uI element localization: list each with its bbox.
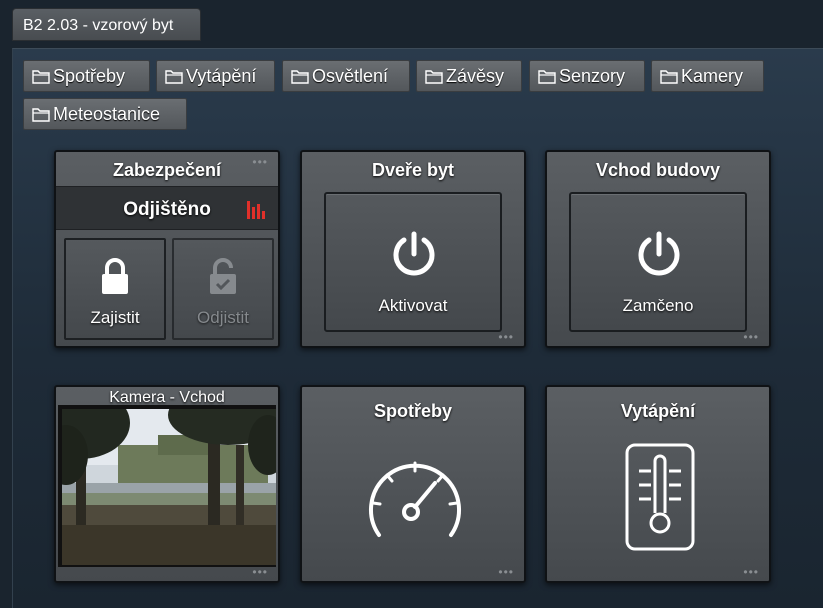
tile-menu-dots[interactable]: ••• [743,565,759,579]
tab-label: Závěsy [446,66,505,86]
door-activate-button[interactable]: Aktivovat [324,192,502,332]
entrance-tile: Vchod budovy Zamčeno ••• [545,150,771,348]
lock-label: Zajistit [90,308,140,327]
security-status: Odjištěno [123,199,211,220]
lock-icon [102,258,128,294]
tab-senzory[interactable]: Senzory [529,60,645,92]
tab-label: Kamery [681,66,744,86]
tile-title: Spotřeby [373,401,452,421]
consumption-tile[interactable]: Spotřeby ••• [300,385,526,583]
tile-menu-dots[interactable]: ••• [252,155,268,169]
heating-tile[interactable]: Vytápění ••• [545,385,771,583]
tile-menu-dots[interactable]: ••• [498,565,514,579]
tab-osvetleni[interactable]: Osvětlení [282,60,410,92]
tab-kamery[interactable]: Kamery [651,60,764,92]
folder-icon [291,70,309,84]
tab-label: Osvětlení [312,66,389,86]
tab-zavesy[interactable]: Závěsy [416,60,522,92]
folder-icon [32,70,50,84]
folder-icon [425,70,443,84]
tile-menu-dots[interactable]: ••• [498,330,514,344]
tab-label: Meteostanice [53,104,161,124]
tab-label: Spotřeby [53,66,126,86]
tab-label: Vytápění [186,66,257,86]
unlock-label: Odjistit [197,308,249,327]
door-tile: Dveře byt Aktivovat ••• [300,150,526,348]
tile-menu-dots[interactable]: ••• [252,565,268,579]
tile-title: Zabezpečení [112,160,222,180]
window-title-tab[interactable]: B2 2.03 - vzorový byt [12,8,201,41]
security-tile: Zabezpečení Odjištěno Zajistit Odjistit … [54,150,280,348]
thermometer-icon [625,443,695,551]
folder-icon [538,70,556,84]
unlock-button[interactable]: Odjistit [172,238,274,340]
folder-icon [32,108,50,122]
tile-title: Dveře byt [371,160,455,180]
tile-title: Vytápění [620,401,696,421]
security-status-bar: Odjištěno [56,186,278,230]
unlock-icon [210,258,236,294]
camera-tile[interactable]: Kamera - Vchod ••• [54,385,280,583]
entrance-lock-button[interactable]: Zamčeno [569,192,747,332]
tile-title: Kamera - Vchod [109,389,225,406]
camera-feed-image[interactable] [58,405,276,567]
folder-icon [660,70,678,84]
button-label: Zamčeno [622,296,694,315]
button-label: Aktivovat [378,296,448,315]
folder-icon [165,70,183,84]
speedometer-icon [369,461,461,537]
history-chart-icon[interactable] [246,199,268,219]
tile-menu-dots[interactable]: ••• [743,330,759,344]
tab-meteostanice[interactable]: Meteostanice [23,98,187,130]
tab-vytapeni[interactable]: Vytápění [156,60,275,92]
lock-button[interactable]: Zajistit [64,238,166,340]
power-icon [638,231,680,276]
tab-label: Senzory [559,66,626,86]
tab-spotreby[interactable]: Spotřeby [23,60,150,92]
power-icon [393,231,435,276]
tile-title: Vchod budovy [595,160,720,180]
